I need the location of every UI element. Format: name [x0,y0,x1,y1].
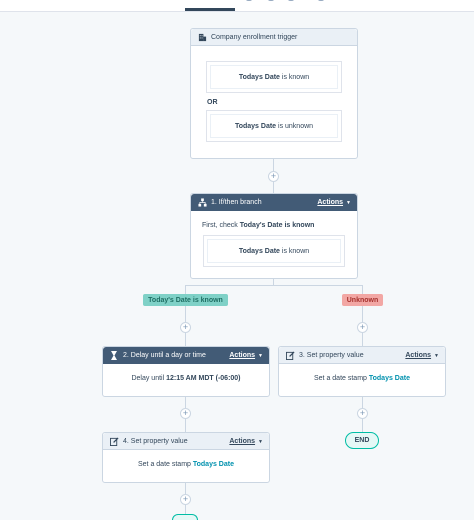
delay-body: Delay until 12:15 AM MDT (-06:00) [103,375,269,382]
branch-connector [185,285,362,286]
branch-actions-menu[interactable]: Actions ▼ [317,199,351,206]
add-action-button[interactable]: + [180,322,191,333]
trigger-filter[interactable]: Todays Date is known [206,61,342,93]
tab-fragment [246,0,252,1]
trigger-filter[interactable]: Todays Date is unknown [206,110,342,142]
filter-operator: is known [281,73,310,81]
tab-fragment [288,0,294,1]
filter-property: Todays Date [238,247,280,255]
actions-label: Actions [229,351,256,359]
filter-property: Todays Date [234,122,277,130]
next-node-partial [172,514,198,520]
delay-action-card[interactable]: 2. Delay until a day or time Actions ▼ De… [102,346,270,397]
set-property-value[interactable]: Todays Date [369,375,410,382]
tab-fragment [268,0,274,1]
set-property-title: 3. Set property value [299,351,364,359]
add-action-button[interactable]: + [180,408,191,419]
set-property-prefix: Set a date stamp [138,461,191,468]
trigger-title: Company enrollment trigger [211,33,298,41]
chevron-down-icon: ▼ [258,352,263,359]
add-action-button[interactable]: + [357,408,368,419]
active-tab-indicator [185,8,235,11]
hourglass-icon [109,350,119,360]
chevron-down-icon: ▼ [434,352,439,359]
add-action-button[interactable]: + [268,171,279,182]
actions-label: Actions [405,351,432,359]
branch-filter[interactable]: Todays Date is known [203,235,345,267]
branch-icon [197,197,207,207]
actions-label: Actions [229,437,256,445]
delay-title: 2. Delay until a day or time [123,351,206,359]
or-label: OR [207,99,218,106]
delay-actions-menu[interactable]: Actions ▼ [229,352,263,359]
first-check-property: Today's Date is known [239,222,315,229]
delay-value: 12:15 AM MDT (-06:00) [166,375,241,382]
branch-first-check: First, check Today's Date is known [202,222,314,229]
set-property-title: 4. Set property value [123,437,188,445]
add-action-button[interactable]: + [357,322,368,333]
workflow-canvas: + + + + + + Company enrollment trigger T… [0,0,474,520]
set-property-actions-menu[interactable]: Actions ▼ [405,352,439,359]
branch-label-unknown: Unknown [342,294,383,306]
set-property-card-right[interactable]: 3. Set property value Actions ▼ Set a dat… [278,346,446,397]
set-property-body: Set a date stamp Todays Date [103,461,269,468]
top-tab-bar [0,0,474,12]
branch-title: 1. If/then branch [211,198,262,206]
branch-header: 1. If/then branch Actions ▼ [191,194,357,211]
set-property-card-left[interactable]: 4. Set property value Actions ▼ Set a dat… [102,432,270,483]
end-node: END [345,432,379,449]
building-icon [197,32,207,42]
set-property-prefix: Set a date stamp [314,375,367,382]
chevron-down-icon: ▼ [346,199,351,206]
tab-fragment [318,0,324,1]
set-property-header: 4. Set property value Actions ▼ [103,433,269,450]
edit-icon [285,350,295,360]
edit-icon [109,436,119,446]
add-action-button[interactable]: + [180,494,191,505]
delay-header: 2. Delay until a day or time Actions ▼ [103,347,269,364]
delay-prefix: Delay until [131,375,165,382]
branch-label-known: Today's Date is known [143,294,228,306]
set-property-body: Set a date stamp Todays Date [279,375,445,382]
set-property-header: 3. Set property value Actions ▼ [279,347,445,364]
set-property-value[interactable]: Todays Date [193,461,234,468]
set-property-actions-menu[interactable]: Actions ▼ [229,438,263,445]
filter-property: Todays Date [238,73,280,81]
trigger-header: Company enrollment trigger [191,29,357,46]
actions-label: Actions [317,198,344,206]
filter-operator: is unknown [278,122,314,130]
first-check-prefix: First, check [202,222,238,229]
chevron-down-icon: ▼ [258,438,263,445]
filter-operator: is known [281,247,310,255]
